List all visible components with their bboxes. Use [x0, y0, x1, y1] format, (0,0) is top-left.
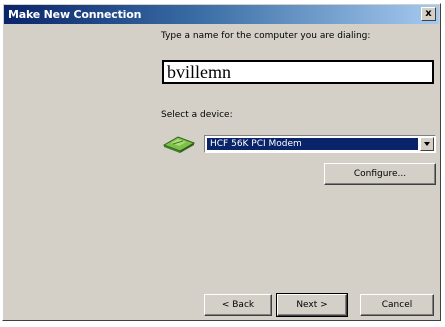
device-label: Select a device: — [161, 110, 233, 120]
computer-name-input[interactable]: bvillemn — [162, 60, 434, 84]
configure-button[interactable]: Configure... — [324, 163, 436, 185]
close-icon: x — [425, 8, 432, 19]
cancel-button[interactable]: Cancel — [360, 294, 434, 316]
device-select[interactable]: HCF 56K PCI Modem — [204, 135, 436, 153]
modem-icon — [162, 136, 196, 153]
next-button[interactable]: Next > — [276, 293, 348, 317]
make-new-connection-dialog: Make New Connection x Type a name for th… — [2, 3, 441, 321]
computer-name-label: Type a name for the computer you are dia… — [161, 31, 371, 41]
back-button[interactable]: < Back — [204, 294, 272, 316]
device-selected-value: HCF 56K PCI Modem — [207, 138, 418, 150]
close-button[interactable]: x — [421, 7, 436, 21]
chevron-down-icon[interactable] — [420, 137, 434, 151]
title-bar[interactable]: Make New Connection x — [4, 5, 439, 24]
window-title: Make New Connection — [8, 8, 142, 21]
